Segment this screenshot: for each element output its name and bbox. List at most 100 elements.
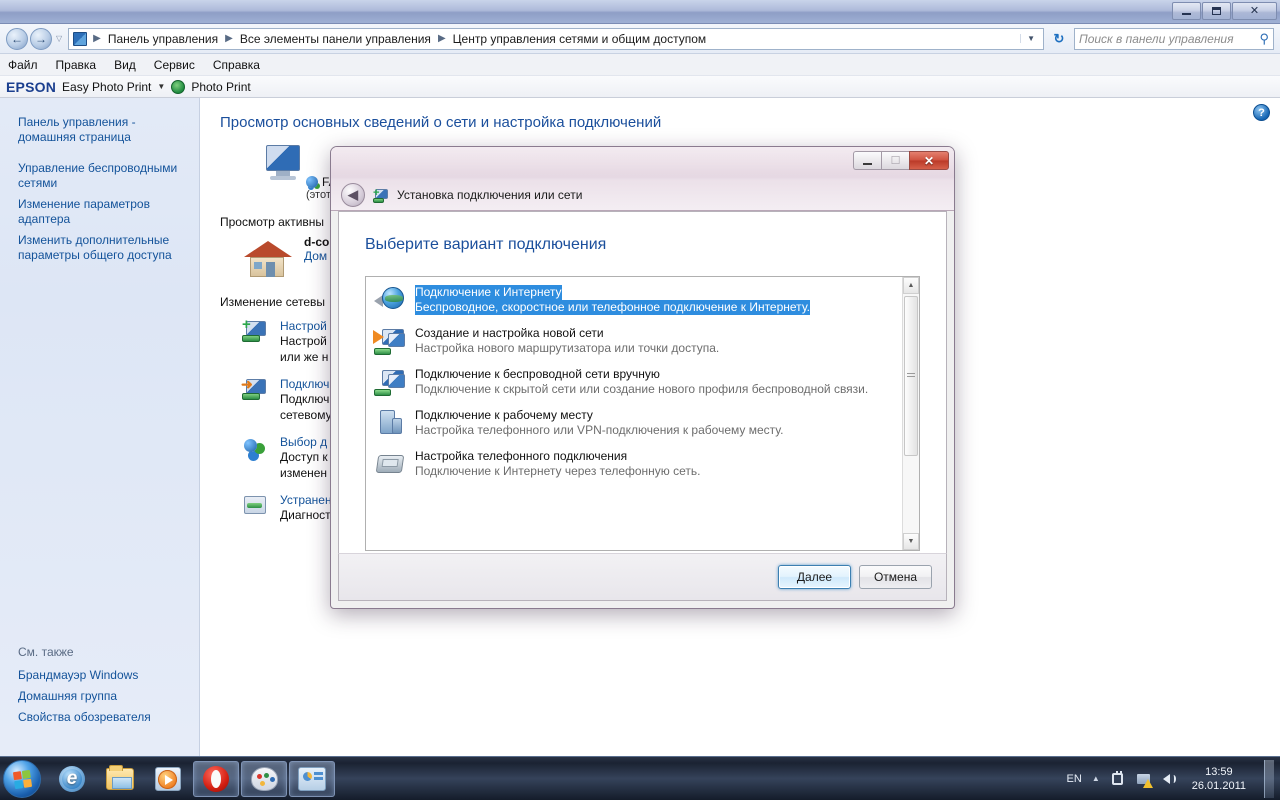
- dialog-nav-row: ◀ + Установка подключения или сети: [341, 183, 582, 207]
- window-titlebar: ✕: [0, 0, 1280, 24]
- connection-options-listbox[interactable]: Подключение к Интернету Беспроводное, ск…: [365, 276, 920, 551]
- option-desc: Беспроводное, скоростное или телефонное …: [415, 300, 810, 315]
- help-icon[interactable]: ?: [1253, 104, 1270, 121]
- next-button[interactable]: Далее: [778, 565, 851, 589]
- address-bar: ← → ▽ ▶ Панель управления ▶ Все элементы…: [0, 24, 1280, 54]
- dialog-footer: Далее Отмена: [338, 553, 947, 601]
- opera-icon: [203, 765, 229, 792]
- start-button[interactable]: [3, 759, 41, 798]
- system-tray: EN ▲ 13:59 26.01.2011: [1067, 759, 1280, 798]
- dialog-content: Выберите вариант подключения Подключение…: [338, 211, 947, 553]
- scroll-down-button[interactable]: ▼: [903, 533, 919, 550]
- paint-icon: [250, 766, 278, 791]
- list-item-title[interactable]: Устранен: [280, 493, 332, 507]
- close-button[interactable]: ✕: [1232, 2, 1277, 20]
- see-also-title: См. также: [18, 645, 74, 659]
- menu-item-help[interactable]: Справка: [213, 58, 260, 72]
- address-dropdown-icon[interactable]: ▼: [1020, 34, 1041, 43]
- forward-button[interactable]: →: [30, 27, 52, 50]
- show-desktop-button[interactable]: [1264, 759, 1274, 798]
- search-input[interactable]: Поиск в панели управления ⚲: [1074, 27, 1274, 50]
- sidebar-item-control-panel-home[interactable]: Панель управления - домашняя страница: [0, 112, 199, 148]
- option-title: Подключение к рабочему месту: [415, 408, 593, 422]
- wireless-manual-icon: [374, 367, 406, 397]
- list-item-title[interactable]: Выбор д: [280, 435, 328, 449]
- see-also-homegroup[interactable]: Домашняя группа: [0, 686, 199, 707]
- scroll-up-button[interactable]: ▲: [903, 277, 919, 294]
- setup-connection-dialog: ☐ ✕ ◀ + Установка подключения или сети В…: [330, 146, 955, 609]
- window-controls: ✕: [1172, 2, 1277, 20]
- network-setup-icon: +: [373, 187, 389, 203]
- connect-to-network-icon: ➜: [241, 377, 270, 403]
- minimize-button[interactable]: [1172, 2, 1201, 20]
- taskbar-item-control-panel[interactable]: [289, 760, 335, 797]
- clock-date: 26.01.2011: [1191, 779, 1246, 792]
- breadcrumb-item-1[interactable]: Все элементы панели управления: [239, 32, 432, 46]
- maximize-button[interactable]: [1202, 2, 1231, 20]
- easy-photo-print-button[interactable]: Easy Photo Print: [62, 80, 151, 94]
- language-indicator[interactable]: EN: [1067, 773, 1082, 785]
- list-item-title[interactable]: Подключ: [280, 377, 332, 391]
- volume-icon[interactable]: [1162, 771, 1178, 787]
- cancel-button[interactable]: Отмена: [859, 565, 932, 589]
- back-button[interactable]: ←: [6, 27, 28, 50]
- removable-device-icon[interactable]: [1110, 770, 1126, 787]
- breadcrumb-separator-icon: ▶: [437, 33, 446, 44]
- windows-logo-icon: [12, 769, 33, 789]
- options-scrollbar[interactable]: ▲ ▼: [902, 277, 919, 550]
- epson-toolbar: EPSON Easy Photo Print ▼ Photo Print: [0, 76, 1280, 98]
- taskbar-items: [49, 760, 335, 797]
- scrollbar-thumb[interactable]: [904, 296, 918, 456]
- sidebar-item-advanced-sharing[interactable]: Изменить дополнительные параметры общего…: [0, 230, 199, 266]
- dialog-back-button[interactable]: ◀: [341, 183, 365, 207]
- scrollbar-track[interactable]: [903, 294, 919, 533]
- dialog-heading: Выберите вариант подключения: [365, 236, 607, 253]
- home-network-icon: [242, 235, 294, 279]
- list-item-title[interactable]: Настрой: [280, 319, 328, 333]
- menu-item-file[interactable]: Файл: [8, 58, 38, 72]
- breadcrumb-separator-icon: ▶: [225, 33, 233, 44]
- taskbar-item-internet-explorer[interactable]: [49, 761, 95, 797]
- control-panel-icon: [73, 31, 88, 46]
- media-player-icon: [155, 766, 181, 791]
- address-input[interactable]: ▶ Панель управления ▶ Все элементы панел…: [68, 27, 1044, 50]
- dialog-titlebar: ☐ ✕ ◀ + Установка подключения или сети: [331, 147, 954, 211]
- see-also-internet-options[interactable]: Свойства обозревателя: [0, 707, 199, 728]
- option-setup-dialup[interactable]: Настройка телефонного подключения Подклю…: [366, 443, 902, 484]
- dialog-window-controls: ☐ ✕: [853, 151, 949, 170]
- breadcrumb-item-0[interactable]: Панель управления: [107, 32, 219, 46]
- recent-pages-chevron-icon[interactable]: ▽: [54, 34, 64, 43]
- taskbar-item-paint[interactable]: [241, 760, 287, 797]
- see-also-windows-firewall[interactable]: Брандмауэр Windows: [0, 665, 199, 686]
- photo-print-button[interactable]: Photo Print: [191, 80, 250, 94]
- clock[interactable]: 13:59 26.01.2011: [1188, 765, 1250, 793]
- network-warning-icon[interactable]: [1136, 771, 1153, 788]
- breadcrumb-item-2[interactable]: Центр управления сетями и общим доступом: [452, 32, 708, 46]
- taskbar-item-media-player[interactable]: [145, 761, 191, 797]
- sidebar-item-manage-wireless[interactable]: Управление беспроводными сетями: [0, 158, 199, 194]
- option-title: Подключение к Интернету: [415, 285, 562, 300]
- dialog-close-button[interactable]: ✕: [909, 151, 949, 170]
- epson-logo: EPSON: [6, 78, 57, 95]
- option-connect-to-workplace[interactable]: Подключение к рабочему месту Настройка т…: [366, 402, 902, 443]
- network-nodes-icon: [306, 176, 318, 188]
- photo-print-icon: [171, 79, 186, 94]
- taskbar-item-windows-explorer[interactable]: [97, 761, 143, 797]
- show-hidden-icons-chevron-icon[interactable]: ▲: [1092, 774, 1100, 783]
- menu-item-edit[interactable]: Правка: [56, 58, 97, 72]
- navigation-arrows: ← → ▽: [6, 27, 64, 50]
- option-setup-new-network[interactable]: Создание и настройка новой сети Настройк…: [366, 320, 902, 361]
- chevron-down-icon[interactable]: ▼: [157, 82, 165, 91]
- refresh-button[interactable]: ↻: [1048, 28, 1070, 50]
- sidebar-item-adapter-settings[interactable]: Изменение параметров адаптера: [0, 194, 199, 230]
- option-connect-to-internet[interactable]: Подключение к Интернету Беспроводное, ск…: [366, 279, 902, 320]
- new-network-icon: [373, 326, 406, 356]
- active-network-type[interactable]: Дом: [304, 249, 329, 263]
- taskbar-item-opera[interactable]: [193, 760, 239, 797]
- taskbar: EN ▲ 13:59 26.01.2011: [0, 756, 1280, 800]
- dialog-minimize-button[interactable]: [853, 151, 881, 170]
- control-panel-icon: [298, 766, 326, 791]
- menu-item-tools[interactable]: Сервис: [154, 58, 195, 72]
- menu-item-view[interactable]: Вид: [114, 58, 136, 72]
- option-manual-wireless-connect[interactable]: Подключение к беспроводной сети вручную …: [366, 361, 902, 402]
